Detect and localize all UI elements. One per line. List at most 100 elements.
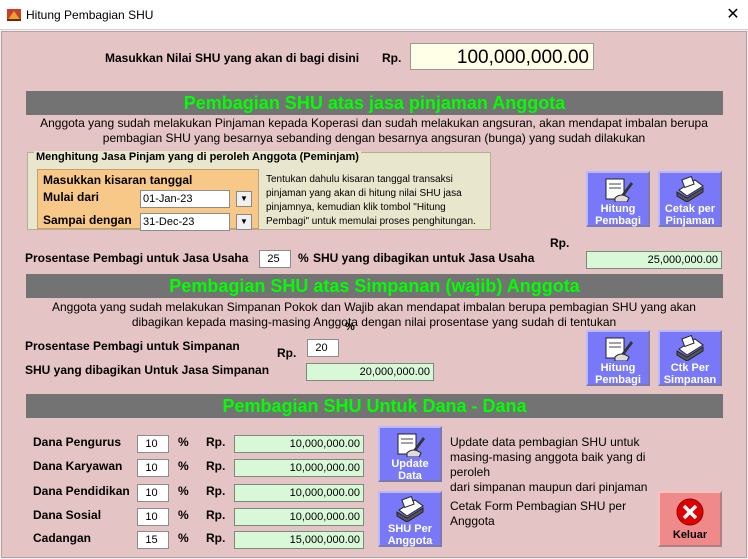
dana-banner: Pembagian SHU Untuk Dana - Dana [26, 394, 723, 418]
currency-label: Rp. [550, 236, 570, 250]
shu-total-input[interactable]: 100,000,000.00 [410, 43, 594, 70]
hint-line: pinjamnya, kemudian klik tombol "Hitung [266, 202, 446, 213]
dana-pct-input[interactable]: 10 [137, 508, 169, 526]
button-label: Keluar [672, 529, 708, 541]
main-panel: Masukkan Nilai SHU yang akan di bagi dis… [1, 31, 747, 558]
dana-value: 10,000,000.00 [234, 508, 364, 526]
hand-pen-icon [397, 433, 425, 457]
button-label: Anggota [387, 535, 433, 547]
jasa-pinjam-group: Menghitung Jasa Pinjam yang di peroleh A… [27, 151, 492, 231]
from-label: Mulai dari [43, 190, 100, 204]
shu-simpanan-value: 20,000,000.00 [306, 363, 434, 381]
dana-label: Dana Pengurus [33, 435, 122, 449]
shu-input-label: Masukkan Nilai SHU yang akan di bagi dis… [105, 51, 360, 65]
simpanan-description: Anggota yang sudah melakukan Simpanan Po… [12, 300, 736, 330]
percent-sign: % [298, 251, 309, 265]
to-date-input[interactable]: 31-Dec-23 [140, 213, 230, 231]
dana-label: Cadangan [33, 531, 92, 545]
dana-value: 10,000,000.00 [234, 459, 364, 477]
pinjaman-description: Anggota yang sudah melakukan Pinjaman ke… [12, 116, 736, 146]
dana-pct-input[interactable]: 10 [137, 435, 169, 453]
hand-pen-icon [605, 178, 633, 202]
hitung-pembagi-pinjaman-button[interactable]: Hitung Pembagi [586, 171, 650, 227]
currency-label: Rp. [206, 484, 226, 498]
button-label: Cetak per [664, 203, 716, 215]
dana-label: Dana Sosial [33, 508, 102, 522]
cetak-per-pinjaman-button[interactable]: Cetak per Pinjaman [658, 171, 722, 227]
dana-value: 10,000,000.00 [234, 484, 364, 502]
percent-sign: % [178, 459, 189, 473]
close-circle-icon [676, 498, 704, 526]
button-label: Pinjaman [665, 215, 715, 227]
pinjaman-desc-line: pembagian SHU yang besarnya sebanding de… [102, 131, 646, 145]
printer-icon [396, 496, 424, 522]
percent-sign: % [178, 531, 189, 545]
pinjaman-banner: Pembagian SHU atas jasa pinjaman Anggota [26, 91, 723, 115]
button-label: Update [391, 458, 429, 470]
close-icon[interactable]: ✕ [718, 0, 748, 30]
button-label: SHU Per [387, 523, 433, 535]
button-label: Ctk Per [670, 362, 710, 374]
shu-jasa-usaha-value: 25,000,000.00 [586, 251, 722, 269]
button-label: Pembagi [595, 215, 641, 227]
dana-value: 10,000,000.00 [234, 435, 364, 453]
currency-label: Rp. [277, 346, 297, 360]
desc-line: masing-masing anggota baik yang di perol… [450, 450, 646, 479]
percent-sign: % [178, 484, 189, 498]
chevron-down-icon[interactable]: ▼ [236, 191, 252, 207]
desc-line: Anggota [450, 514, 495, 528]
button-label: Hitung [600, 362, 636, 374]
percent-sign: % [345, 321, 355, 333]
currency-label: Rp. [206, 508, 226, 522]
shu-simpanan-label: SHU yang dibagikan Untuk Jasa Simpanan [25, 363, 270, 377]
hint-line: Tentukan dahulu kisaran tanggal transaks… [266, 174, 453, 185]
percent-sign: % [178, 435, 189, 449]
dana-value: 15,000,000.00 [234, 531, 364, 549]
currency-label: Rp. [206, 531, 226, 545]
desc-line: Update data pembagian SHU untuk [450, 435, 640, 449]
dana-pct-input[interactable]: 10 [137, 459, 169, 477]
ctk-per-simpanan-button[interactable]: Ctk Per Simpanan [658, 330, 722, 386]
keluar-button[interactable]: Keluar [658, 491, 722, 547]
currency-label: Rp. [206, 435, 226, 449]
to-label: Sampai dengan [43, 213, 132, 227]
pct-simpanan-label: Prosentase Pembagi untuk Simpanan [25, 339, 240, 353]
dana-label: Dana Pendidikan [33, 484, 130, 498]
printer-icon [676, 176, 704, 202]
shu-per-anggota-button[interactable]: SHU Per Anggota [378, 491, 442, 547]
group-title: Menghitung Jasa Pinjam yang di peroleh A… [34, 151, 361, 163]
date-range-group: Masukkan kisaran tanggal Mulai dari 01-J… [37, 169, 259, 231]
hint-line: Pembagi" untuk memulai proses penghitung… [266, 216, 476, 227]
pct-jasa-usaha-label: Prosentase Pembagi untuk Jasa Usaha [25, 251, 249, 265]
currency-label: Rp. [382, 51, 402, 65]
simpanan-desc-line: Anggota yang sudah melakukan Simpanan Po… [52, 300, 696, 314]
hint-line: pinjaman yang akan di hitung nilai SHU j… [266, 188, 462, 199]
shu-jasa-usaha-label: SHU yang dibagikan untuk Jasa Usaha [313, 251, 535, 265]
button-label: Pembagi [595, 374, 641, 386]
window-title: Hitung Pembagian SHU [26, 8, 154, 22]
update-data-button[interactable]: Update Data [378, 426, 442, 482]
desc-line: dari simpanan maupun dari pinjaman [450, 480, 648, 494]
hitung-pembagi-simpanan-button[interactable]: Hitung Pembagi [586, 330, 650, 386]
button-label: Simpanan [663, 374, 717, 386]
title-bar: Hitung Pembagian SHU ✕ [0, 0, 748, 30]
pct-simpanan-input[interactable]: 20 [307, 339, 339, 357]
printer-icon [676, 335, 704, 361]
shu-per-anggota-description: Cetak Form Pembagian SHU per Anggota [450, 499, 650, 529]
button-label: Hitung [600, 203, 636, 215]
update-data-description: Update data pembagian SHU untuk masing-m… [450, 435, 670, 495]
chevron-down-icon[interactable]: ▼ [236, 214, 252, 230]
pinjaman-desc-line: Anggota yang sudah melakukan Pinjaman ke… [40, 116, 708, 130]
dana-pct-input[interactable]: 10 [137, 484, 169, 502]
date-range-title: Masukkan kisaran tanggal [43, 173, 193, 187]
desc-line: Cetak Form Pembagian SHU per [450, 499, 627, 513]
dana-pct-input[interactable]: 15 [137, 531, 169, 549]
app-icon [7, 9, 21, 21]
currency-label: Rp. [206, 459, 226, 473]
date-range-hint: Tentukan dahulu kisaran tanggal transaks… [266, 173, 492, 229]
pct-jasa-usaha-input[interactable]: 25 [259, 250, 291, 268]
from-date-input[interactable]: 01-Jan-23 [140, 190, 230, 208]
simpanan-desc-line: dibagikan kepada masing-masing Anggota d… [131, 315, 617, 329]
percent-sign: % [178, 508, 189, 522]
button-label: Data [398, 470, 422, 482]
